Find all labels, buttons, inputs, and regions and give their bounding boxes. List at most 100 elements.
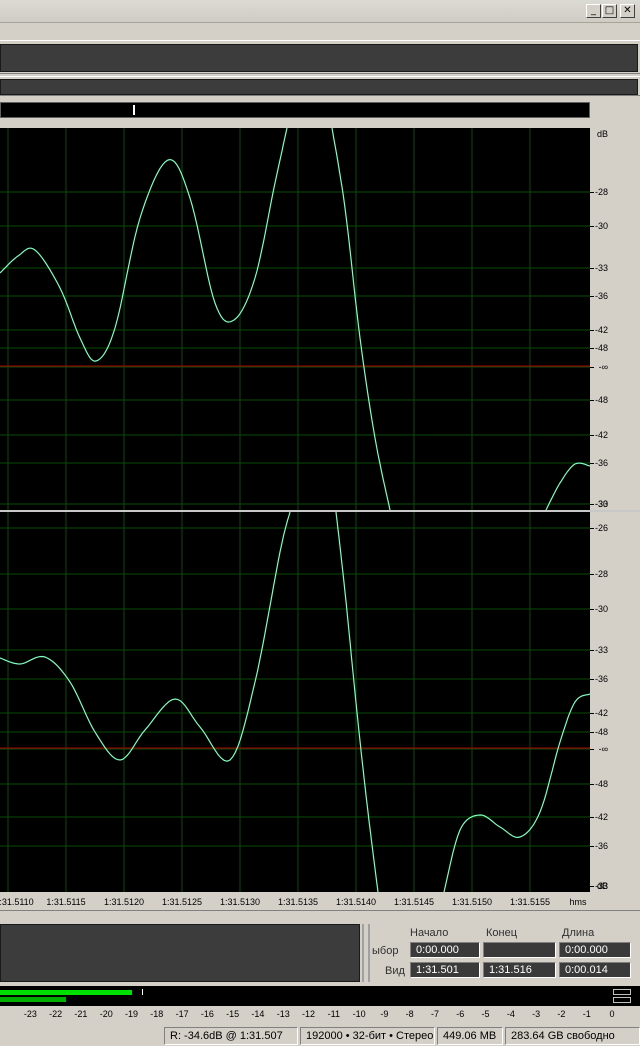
db-scale-tick xyxy=(590,367,594,368)
grid xyxy=(0,512,590,892)
ruler-tick-label: 1:31.5115 xyxy=(46,897,86,907)
level-meter-right-bar xyxy=(0,997,66,1002)
level-meter-scale-label: -12 xyxy=(302,1009,316,1019)
peak-marker-left xyxy=(142,989,143,995)
ruler-tick-label: 1:31.5145 xyxy=(393,897,435,907)
waveform-line xyxy=(0,512,590,892)
toolbar-area xyxy=(0,40,640,74)
level-meter-scale-label: 0 xyxy=(609,1009,615,1019)
header-length: Длина xyxy=(562,927,595,939)
level-meter-scale-label: -21 xyxy=(74,1009,88,1019)
db-scale-tick xyxy=(590,749,594,750)
db-scale-tick xyxy=(590,713,594,714)
db-scale-tick xyxy=(590,330,594,331)
ruler-tick-label: 1:31.5125 xyxy=(161,897,203,907)
db-scale-tick xyxy=(590,846,594,847)
title-bar: _ □ ✕ xyxy=(0,0,640,23)
selection-start-field[interactable]: 0:00.000 xyxy=(410,942,480,958)
minimize-button[interactable]: _ xyxy=(586,4,601,18)
db-scale-tick xyxy=(590,435,594,436)
waveform-top-svg xyxy=(0,128,590,510)
view-end-field[interactable]: 1:31.516 xyxy=(483,962,556,978)
level-meter-scale-label: -16 xyxy=(200,1009,214,1019)
db-scale-tick xyxy=(590,528,594,529)
ruler-unit: hms xyxy=(569,897,587,907)
waveform-line xyxy=(0,128,590,510)
level-meter-scale-label: -3 xyxy=(532,1009,541,1019)
waveform-bottom-svg xyxy=(0,512,590,892)
db-scale-tick xyxy=(590,268,594,269)
toolbar-strip xyxy=(0,79,638,95)
maximize-button[interactable]: □ xyxy=(602,4,617,18)
selection-length-field[interactable]: 0:00.000 xyxy=(559,942,631,958)
level-meter-scale-label: -5 xyxy=(481,1009,490,1019)
level-meter xyxy=(0,986,640,1006)
level-meter-scale-label: -11 xyxy=(327,1009,340,1019)
db-scale-right: -26 -28 -30 -33 -36 -42 -48 -∞ -48 -42 -36 -33 dB xyxy=(590,512,640,892)
waveform-channel-left[interactable] xyxy=(0,128,590,510)
db-scale-tick xyxy=(590,400,594,401)
db-scale-tick xyxy=(590,504,594,505)
time-ruler[interactable]: 1:31.5110 1:31.5115 1:31.5120 1:31.5125 1:31… xyxy=(0,892,590,910)
status-format: 192000 • 32-бит • Стерео xyxy=(300,1027,435,1045)
level-meter-scale-label: -20 xyxy=(99,1009,113,1019)
db-scale-tick xyxy=(590,784,594,785)
close-button[interactable]: ✕ xyxy=(620,4,635,18)
selection-end-field[interactable] xyxy=(483,942,556,958)
header-start: Начало xyxy=(410,927,449,939)
db-scale-tick xyxy=(590,463,594,464)
ruler-tick-label: 1:31.5155 xyxy=(509,897,551,907)
db-scale-tick xyxy=(590,732,594,733)
level-meter-scale-label: -18 xyxy=(150,1009,164,1019)
ruler-tick-label: 1:31.5130 xyxy=(219,897,261,907)
status-cursor: R: -34.6dB @ 1:31.507 xyxy=(164,1027,298,1045)
level-meter-scale-label: -22 xyxy=(49,1009,63,1019)
ruler-tick-label: 1:31.5120 xyxy=(103,897,145,907)
clip-indicator-left[interactable] xyxy=(613,989,631,995)
db-scale-tick xyxy=(590,192,594,193)
selection-view-panel: Начало Конец Длина ыбор 0:00.000 0:00.00… xyxy=(0,922,640,986)
overview-position-marker[interactable] xyxy=(133,105,135,115)
row-label-selection: ыбор xyxy=(372,945,399,957)
level-meter-scale-label: -4 xyxy=(506,1009,515,1019)
db-scale-tick xyxy=(590,574,594,575)
level-meter-scale-label: -19 xyxy=(124,1009,139,1019)
clip-indicator-right[interactable] xyxy=(613,997,631,1003)
ruler-tick-label: 1:31.5140 xyxy=(335,897,377,907)
level-meter-scale-label: -17 xyxy=(175,1009,189,1019)
db-scale-tick xyxy=(590,609,594,610)
ruler-tick-label: 1:31.5150 xyxy=(451,897,493,907)
overview-bar[interactable] xyxy=(0,102,590,118)
db-scale-left: dB -28 -30 -33 -36 -42 -48 -∞ -48 -42 -36 -33 -30 xyxy=(590,128,640,510)
db-unit-label: dB xyxy=(596,129,608,139)
secondary-toolbar xyxy=(0,76,640,96)
view-start-field[interactable]: 1:31.501 xyxy=(410,962,480,978)
ruler-tick-label: 1:31.5135 xyxy=(277,897,319,907)
db-scale-tick xyxy=(590,226,594,227)
status-free: 283.64 GB свободно xyxy=(505,1027,640,1045)
db-unit-label-bottom: dB xyxy=(596,881,608,891)
db-scale-tick xyxy=(590,679,594,680)
transport-area xyxy=(0,924,360,982)
level-meter-scale-label: -7 xyxy=(430,1009,439,1019)
db-scale-tick xyxy=(590,348,594,349)
panel-grip xyxy=(362,924,364,982)
level-meter-scale-label: -2 xyxy=(557,1009,566,1019)
level-meter-scale-label: -14 xyxy=(251,1009,265,1019)
view-length-field[interactable]: 0:00.014 xyxy=(559,962,631,978)
status-size: 449.06 MB xyxy=(437,1027,503,1045)
waveform-channel-right[interactable] xyxy=(0,512,590,892)
level-meter-scale-label: -10 xyxy=(352,1009,366,1019)
level-meter-scale-label: -1 xyxy=(582,1009,591,1019)
panel-grip-2 xyxy=(368,924,370,982)
header-end: Конец xyxy=(486,927,518,939)
row-label-view: Вид xyxy=(385,965,405,977)
level-meter-scale-label: -15 xyxy=(226,1009,240,1019)
toolbar xyxy=(0,44,638,72)
ruler-tick-label: 1:31.5110 xyxy=(0,897,34,907)
db-scale-tick xyxy=(590,296,594,297)
level-meter-scale-label: -23 xyxy=(23,1009,37,1019)
level-meter-scale-label: -9 xyxy=(380,1009,389,1019)
grid xyxy=(0,128,590,510)
level-meter-scale-label: -13 xyxy=(276,1009,290,1019)
